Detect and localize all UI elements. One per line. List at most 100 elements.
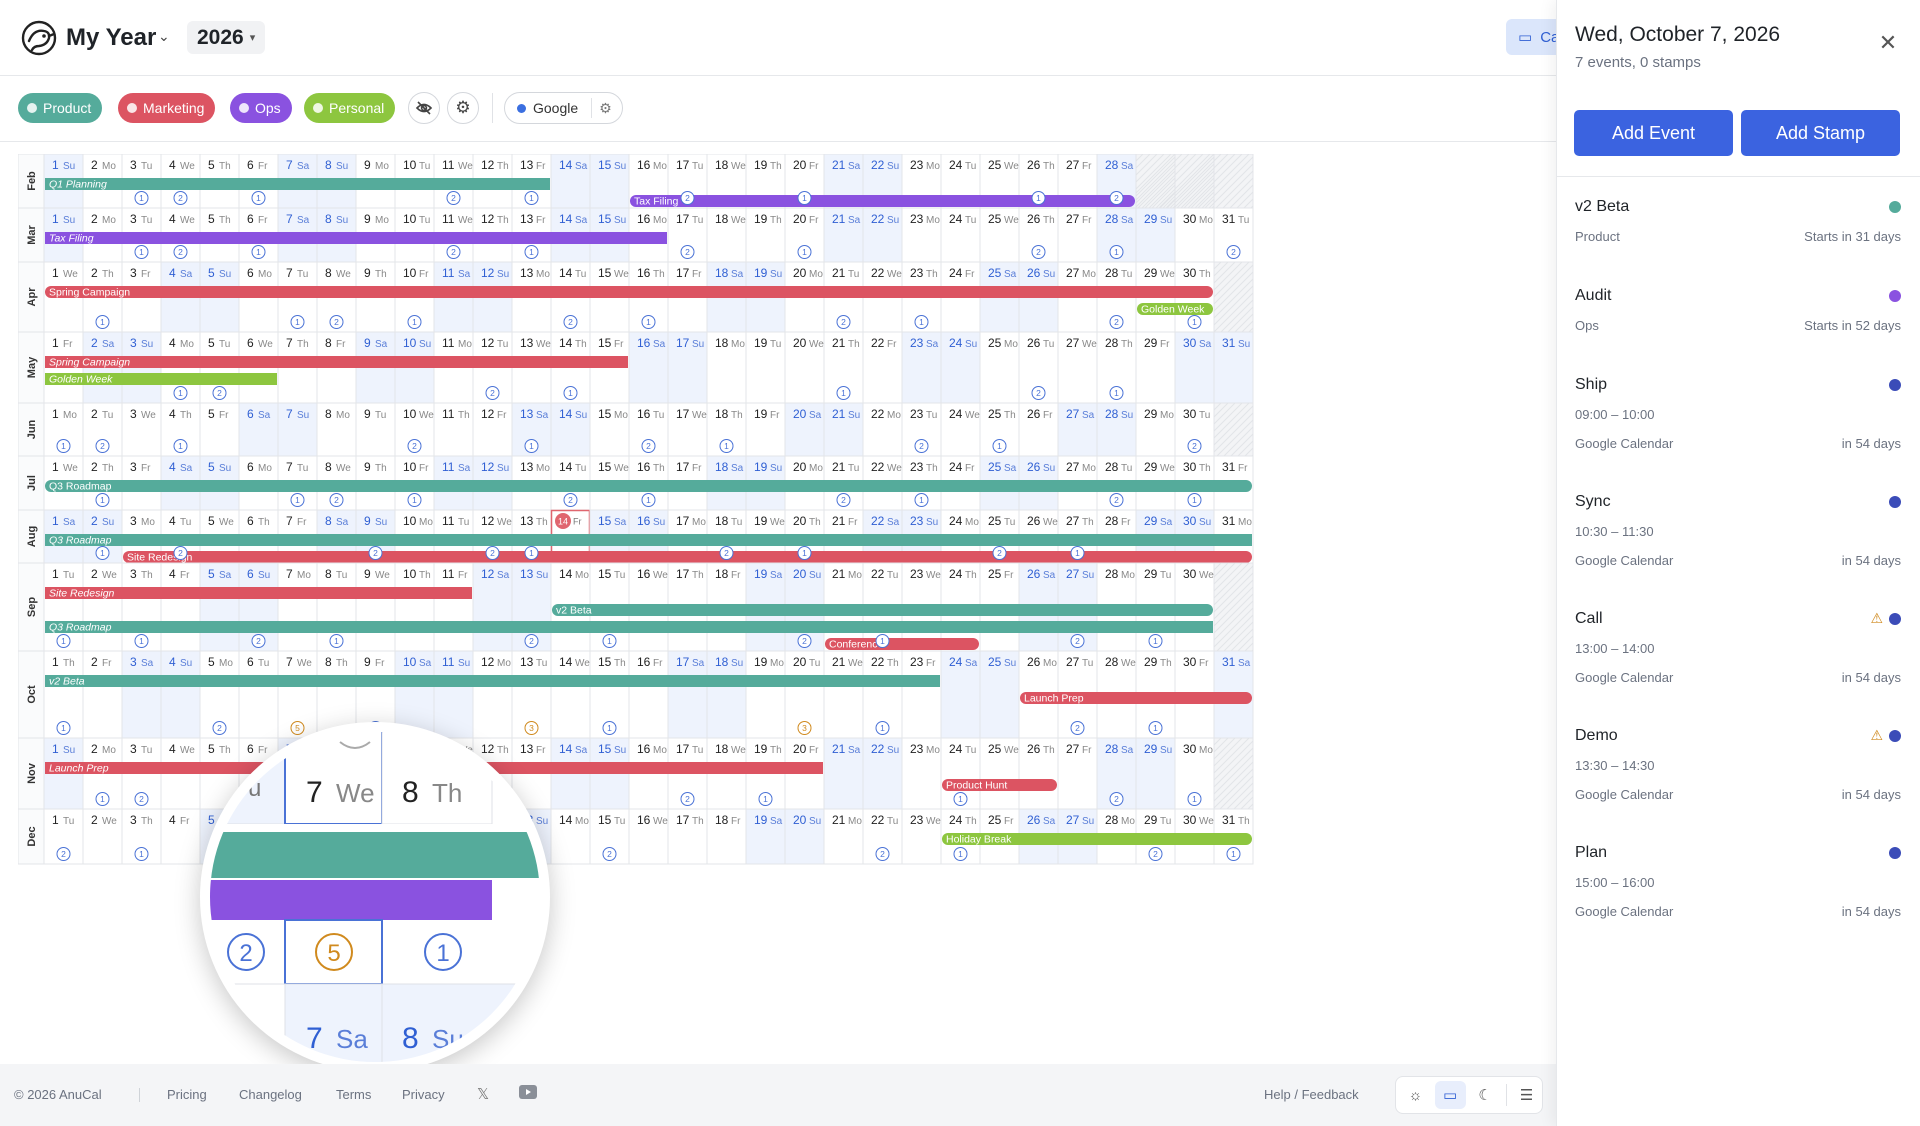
day-number: 18 — [715, 460, 729, 474]
weekday-label: Th — [219, 161, 231, 172]
weekday-label: Th — [102, 463, 114, 474]
day-number: 3 — [130, 567, 137, 581]
day-number: 9 — [364, 655, 371, 669]
warning-icon: ⚠ — [1870, 727, 1883, 743]
day-number: 8 — [325, 655, 332, 669]
weekday-label: Th — [497, 215, 509, 226]
day-number: 28 — [1105, 158, 1119, 172]
event-relative-time: in 54 days — [1841, 670, 1901, 685]
event-bar-label: v2 Beta — [49, 676, 85, 688]
day-number: 20 — [793, 514, 807, 528]
mag-day-number: 8 — [402, 776, 419, 809]
weekday-label: Sa — [848, 161, 861, 172]
help-feedback-link[interactable]: Help / Feedback — [1264, 1087, 1359, 1102]
event-count: 1 — [919, 495, 924, 505]
weekday-label: Fr — [219, 410, 229, 421]
hatch-line — [1293, 154, 1347, 208]
google-calendar-chip[interactable]: Google ⚙ — [504, 92, 623, 124]
day-number: 25 — [988, 212, 1002, 226]
day-number: 7 — [286, 655, 293, 669]
weekday-label: Tu — [102, 410, 113, 421]
day-number: 21 — [832, 514, 846, 528]
month-row-mar: Mar1 Su 2 Mo 3 Tu 4 We 5 Th 6 Fr 7 Sa 8 Su 9 Mo 10 Tu 11 We 12… — [18, 207, 1254, 263]
close-icon[interactable]: ✕ — [1876, 31, 1900, 55]
laptop-icon[interactable]: ▭ — [1434, 1081, 1466, 1109]
day-number: 12 — [481, 336, 495, 350]
filter-chip-marketing[interactable]: Marketing — [118, 93, 216, 123]
weekday-label: Su — [1238, 339, 1250, 350]
weekday-label: Th — [692, 570, 704, 581]
weekday-label: Fr — [419, 463, 429, 474]
add-event-button[interactable]: Add Event — [1574, 110, 1733, 156]
day-number: 26 — [1027, 567, 1041, 581]
weekday-label: Fr — [497, 410, 507, 421]
filter-settings-button[interactable]: ⚙ — [447, 92, 479, 124]
month-row-sep: Sep1 Tu 2 We 3 Th 4 Fr 5 Sa 6 Su 7 Mo 8 Tu 9 We 10 Th 11 Fr 12… — [18, 562, 1254, 652]
event-color-dot-icon — [1889, 847, 1901, 859]
weekday-label: We — [297, 658, 312, 669]
event-color-dot-icon — [1889, 730, 1901, 742]
day-number: 25 — [988, 460, 1002, 474]
mag-cell — [210, 732, 286, 825]
day-number: 23 — [910, 336, 924, 350]
event-count: 1 — [412, 317, 417, 327]
weekday-label: Tu — [965, 745, 976, 756]
bird-logo-icon[interactable] — [20, 19, 58, 57]
month-label: Dec — [26, 826, 38, 846]
youtube-icon[interactable] — [519, 1085, 537, 1102]
event-count: 2 — [490, 388, 495, 398]
day-number: 2 — [91, 567, 98, 581]
weekday-label: Tu — [219, 339, 230, 350]
day-number: 28 — [1105, 655, 1119, 669]
event-count: 1 — [100, 495, 105, 505]
day-number: 19 — [754, 407, 768, 421]
weekday-label: Th — [141, 816, 153, 827]
event-time: 13:30 – 14:30 — [1575, 758, 1655, 773]
weekday-label: Sa — [219, 570, 232, 581]
hatch-line — [1246, 201, 1253, 208]
gear-icon[interactable]: ⚙ — [599, 100, 612, 117]
event-count: 2 — [841, 317, 846, 327]
day-number: 27 — [1066, 567, 1080, 581]
x-social-icon[interactable]: 𝕏 — [477, 1085, 489, 1103]
filter-chip-ops[interactable]: Ops — [230, 93, 292, 123]
warning-icon: ⚠ — [1870, 610, 1883, 626]
day-number: 30 — [1183, 655, 1197, 669]
app-title[interactable]: My Year — [66, 24, 156, 52]
day-number: 25 — [988, 655, 1002, 669]
day-number: 11 — [442, 158, 455, 172]
year-select[interactable]: 2026 ▾ — [187, 21, 266, 54]
day-number: 6 — [247, 567, 254, 581]
filter-chip-product[interactable]: Product — [18, 93, 103, 123]
day-number: 27 — [1066, 407, 1080, 421]
sun-icon[interactable]: ☼ — [1400, 1081, 1431, 1109]
weekday-label: Su — [1043, 269, 1055, 280]
magnifier-lens: u 7 We 8 Th 2 5 1 Fr 7 Sa 8 Su — [200, 722, 550, 1072]
hide-events-button[interactable] — [408, 92, 440, 124]
weekday-label: We — [141, 410, 156, 421]
event-bar-label: Spring Campaign — [49, 287, 130, 299]
add-stamp-button[interactable]: Add Stamp — [1741, 110, 1900, 156]
month-label: Jul — [26, 475, 38, 491]
filter-chip-personal[interactable]: Personal — [304, 93, 396, 123]
hatch-line — [1261, 154, 1315, 208]
moon-icon[interactable]: ☾ — [1470, 1081, 1501, 1109]
month-label: Jun — [26, 419, 38, 439]
chip-label: Personal — [329, 100, 385, 116]
weekday-label: Tu — [731, 517, 742, 528]
weekday-label: Mo — [536, 269, 550, 280]
weekday-label: We — [180, 215, 195, 226]
weekday-label: Su — [536, 570, 548, 581]
weekday-label: Fr — [809, 215, 819, 226]
day-number: 30 — [1183, 407, 1197, 421]
footer-link-changelog[interactable]: Changelog — [239, 1087, 302, 1102]
chevron-down-icon[interactable]: ⌄ — [158, 28, 170, 45]
sliders-icon[interactable]: ☰ — [1511, 1081, 1542, 1109]
footer-link-privacy[interactable]: Privacy — [402, 1087, 445, 1102]
weekday-label: Sa — [965, 658, 978, 669]
weekday-label: Th — [497, 161, 509, 172]
footer-link-terms[interactable]: Terms — [336, 1087, 371, 1102]
empty-day-cell — [1213, 261, 1254, 333]
weekday-label: Tu — [1199, 410, 1210, 421]
footer-link-pricing[interactable]: Pricing — [167, 1087, 207, 1102]
